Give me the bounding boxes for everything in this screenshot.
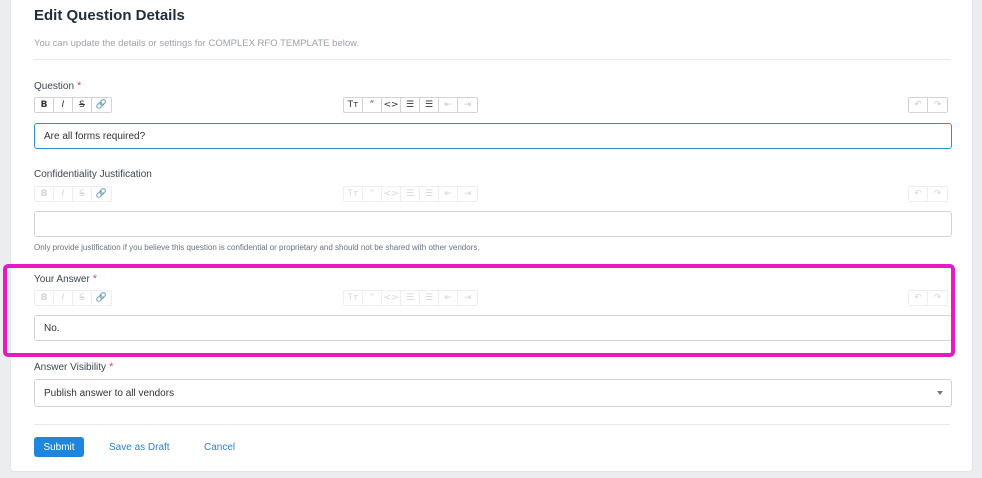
bullet-list-icon[interactable]: ☰ <box>401 98 420 112</box>
heading-icon[interactable]: Τт <box>344 187 363 201</box>
code-icon[interactable]: <> <box>382 187 401 201</box>
code-icon[interactable]: <> <box>382 98 401 112</box>
toolbar-group-right: ↶ ↷ <box>908 186 948 202</box>
toolbar-group-left: B I S 🔗 <box>34 97 112 113</box>
italic-icon[interactable]: I <box>54 98 73 112</box>
question-label: Question * <box>34 80 81 92</box>
numbered-list-icon[interactable]: ☰ <box>420 187 439 201</box>
quote-icon[interactable]: ” <box>363 187 382 201</box>
required-indicator: * <box>109 361 114 373</box>
bullet-list-icon[interactable]: ☰ <box>401 187 420 201</box>
answer-highlight-box <box>3 264 955 357</box>
save-draft-link[interactable]: Save as Draft <box>109 442 170 453</box>
toolbar-group-left: B I S 🔗 <box>34 186 112 202</box>
header-divider <box>34 59 950 60</box>
italic-icon[interactable]: I <box>54 187 73 201</box>
redo-icon[interactable]: ↷ <box>928 98 947 112</box>
strikethrough-icon[interactable]: S <box>73 187 92 201</box>
submit-button[interactable]: Submit <box>34 437 84 457</box>
visibility-selected: Publish answer to all vendors <box>44 388 175 399</box>
undo-icon[interactable]: ↶ <box>909 187 928 201</box>
outdent-icon[interactable]: ⇤ <box>439 98 458 112</box>
cancel-link[interactable]: Cancel <box>204 442 235 453</box>
bold-icon[interactable]: B <box>35 187 54 201</box>
toolbar-group-mid: Τт” <> ☰ ☰ ⇤ ⇥ <box>343 97 478 113</box>
redo-icon[interactable]: ↷ <box>928 187 947 201</box>
outdent-icon[interactable]: ⇤ <box>439 187 458 201</box>
numbered-list-icon[interactable]: ☰ <box>420 98 439 112</box>
bold-icon[interactable]: B <box>35 98 54 112</box>
footer-divider <box>34 424 950 425</box>
question-input[interactable]: Are all forms required? <box>34 123 952 149</box>
visibility-label: Answer Visibility * <box>34 361 113 373</box>
link-icon[interactable]: 🔗 <box>92 98 111 112</box>
chevron-down-icon <box>937 391 943 395</box>
confidentiality-help: Only provide justification if you believ… <box>34 243 480 252</box>
confidentiality-toolbar: B I S 🔗 Τт” <> ☰ ☰ ⇤ ⇥ ↶ ↷ <box>34 186 952 202</box>
strikethrough-icon[interactable]: S <box>73 98 92 112</box>
undo-icon[interactable]: ↶ <box>909 98 928 112</box>
page-subtitle: You can update the details or settings f… <box>34 38 360 49</box>
indent-icon[interactable]: ⇥ <box>458 98 477 112</box>
edit-question-card: Edit Question Details You can update the… <box>10 0 973 472</box>
question-label-text: Question <box>34 81 75 92</box>
toolbar-group-mid: Τт” <> ☰ ☰ ⇤ ⇥ <box>343 186 478 202</box>
quote-icon[interactable]: ” <box>363 98 382 112</box>
page-title: Edit Question Details <box>34 7 185 24</box>
toolbar-group-right: ↶ ↷ <box>908 97 948 113</box>
visibility-label-text: Answer Visibility <box>34 362 107 373</box>
heading-icon[interactable]: Τт <box>344 98 363 112</box>
question-toolbar: B I S 🔗 Τт” <> ☰ ☰ ⇤ ⇥ ↶ ↷ <box>34 97 952 113</box>
required-indicator: * <box>77 80 82 92</box>
confidentiality-label: Confidentiality Justification <box>34 169 152 180</box>
link-icon[interactable]: 🔗 <box>92 187 111 201</box>
indent-icon[interactable]: ⇥ <box>458 187 477 201</box>
visibility-select[interactable]: Publish answer to all vendors <box>34 379 952 407</box>
confidentiality-input[interactable] <box>34 211 952 237</box>
